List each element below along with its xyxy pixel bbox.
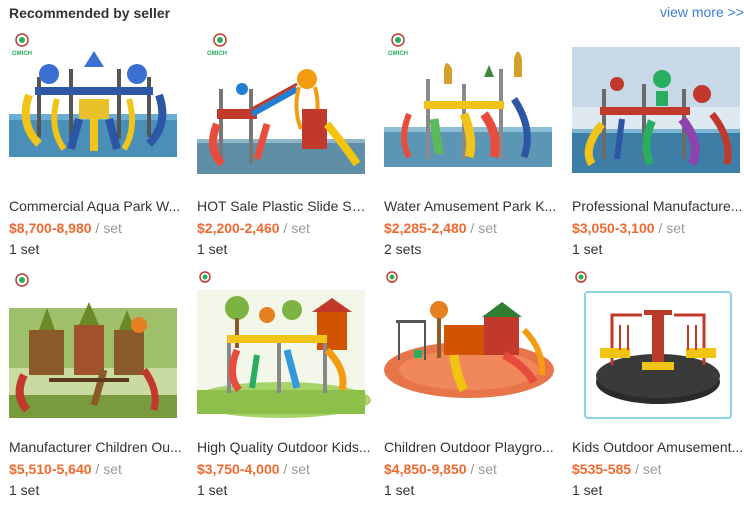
product-image-1[interactable]: GMICH bbox=[9, 29, 185, 209]
product-card-2[interactable]: GMICH HOT Sale Plastic Slide Set... $2,2… bbox=[197, 29, 373, 259]
price-unit: / set bbox=[466, 461, 497, 477]
brand-logo-text: GMICH bbox=[207, 51, 227, 57]
min-order: 1 set bbox=[197, 241, 228, 257]
product-title[interactable]: High Quality Outdoor Kids... bbox=[197, 439, 373, 455]
min-order: 2 sets bbox=[384, 241, 422, 257]
product-title[interactable]: Water Amusement Park K... bbox=[384, 198, 560, 214]
product-grid: GMICH Commercial Aqua Park W... $8,700-8… bbox=[0, 0, 744, 508]
product-card-6[interactable]: High Quality Outdoor Kids... $3,750-4,00… bbox=[197, 270, 373, 500]
min-order: 1 set bbox=[9, 482, 40, 498]
min-order: 1 set bbox=[197, 482, 228, 498]
price-line: $4,850-9,850 / set bbox=[384, 461, 497, 477]
price-line: $3,050-3,100 / set bbox=[572, 220, 685, 236]
price-line: $535-585 / set bbox=[572, 461, 662, 477]
min-order: 1 set bbox=[572, 482, 603, 498]
product-image-2[interactable]: GMICH bbox=[197, 29, 373, 209]
product-title[interactable]: Commercial Aqua Park W... bbox=[9, 198, 185, 214]
brand-logo-text: GMICH bbox=[388, 51, 408, 57]
product-title[interactable]: Professional Manufacture... bbox=[572, 198, 744, 214]
price-line: $2,285-2,480 / set bbox=[384, 220, 497, 236]
product-card-8[interactable]: Kids Outdoor Amusement... $535-585 / set… bbox=[572, 270, 744, 500]
product-title[interactable]: Kids Outdoor Amusement... bbox=[572, 439, 744, 455]
product-card-3[interactable]: GMICH Water Amusement Park K... $2,285-2… bbox=[384, 29, 560, 259]
price-line: $5,510-5,640 / set bbox=[9, 461, 122, 477]
product-image-7[interactable] bbox=[384, 270, 560, 450]
product-card-7[interactable]: Children Outdoor Playgro... $4,850-9,850… bbox=[384, 270, 560, 500]
price-unit: / set bbox=[654, 220, 685, 236]
product-price: $2,285-2,480 bbox=[384, 220, 467, 236]
price-line: $8,700-8,980 / set bbox=[9, 220, 122, 236]
product-price: $8,700-8,980 bbox=[9, 220, 92, 236]
product-image-3[interactable]: GMICH bbox=[384, 29, 560, 209]
product-image-8[interactable] bbox=[572, 270, 744, 450]
min-order: 1 set bbox=[9, 241, 40, 257]
product-card-5[interactable]: Manufacturer Children Ou... $5,510-5,640… bbox=[9, 270, 185, 500]
price-unit: / set bbox=[631, 461, 662, 477]
product-card-1[interactable]: GMICH Commercial Aqua Park W... $8,700-8… bbox=[9, 29, 185, 259]
product-price: $5,510-5,640 bbox=[9, 461, 92, 477]
min-order: 1 set bbox=[384, 482, 415, 498]
product-image-4[interactable] bbox=[572, 29, 744, 209]
product-title[interactable]: Children Outdoor Playgro... bbox=[384, 439, 560, 455]
product-price: $2,200-2,460 bbox=[197, 220, 280, 236]
product-card-4[interactable]: Professional Manufacture... $3,050-3,100… bbox=[572, 29, 744, 259]
price-unit: / set bbox=[279, 461, 310, 477]
price-line: $3,750-4,000 / set bbox=[197, 461, 310, 477]
product-title[interactable]: HOT Sale Plastic Slide Set... bbox=[197, 198, 373, 214]
product-title[interactable]: Manufacturer Children Ou... bbox=[9, 439, 185, 455]
product-image-6[interactable] bbox=[197, 270, 373, 450]
price-line: $2,200-2,460 / set bbox=[197, 220, 310, 236]
price-unit: / set bbox=[91, 220, 122, 236]
product-image-5[interactable] bbox=[9, 270, 185, 450]
product-price: $4,850-9,850 bbox=[384, 461, 467, 477]
product-price: $3,750-4,000 bbox=[197, 461, 280, 477]
brand-logo-text: GMICH bbox=[12, 51, 32, 57]
product-price: $535-585 bbox=[572, 461, 632, 477]
price-unit: / set bbox=[466, 220, 497, 236]
min-order: 1 set bbox=[572, 241, 603, 257]
product-price: $3,050-3,100 bbox=[572, 220, 655, 236]
price-unit: / set bbox=[279, 220, 310, 236]
price-unit: / set bbox=[91, 461, 122, 477]
